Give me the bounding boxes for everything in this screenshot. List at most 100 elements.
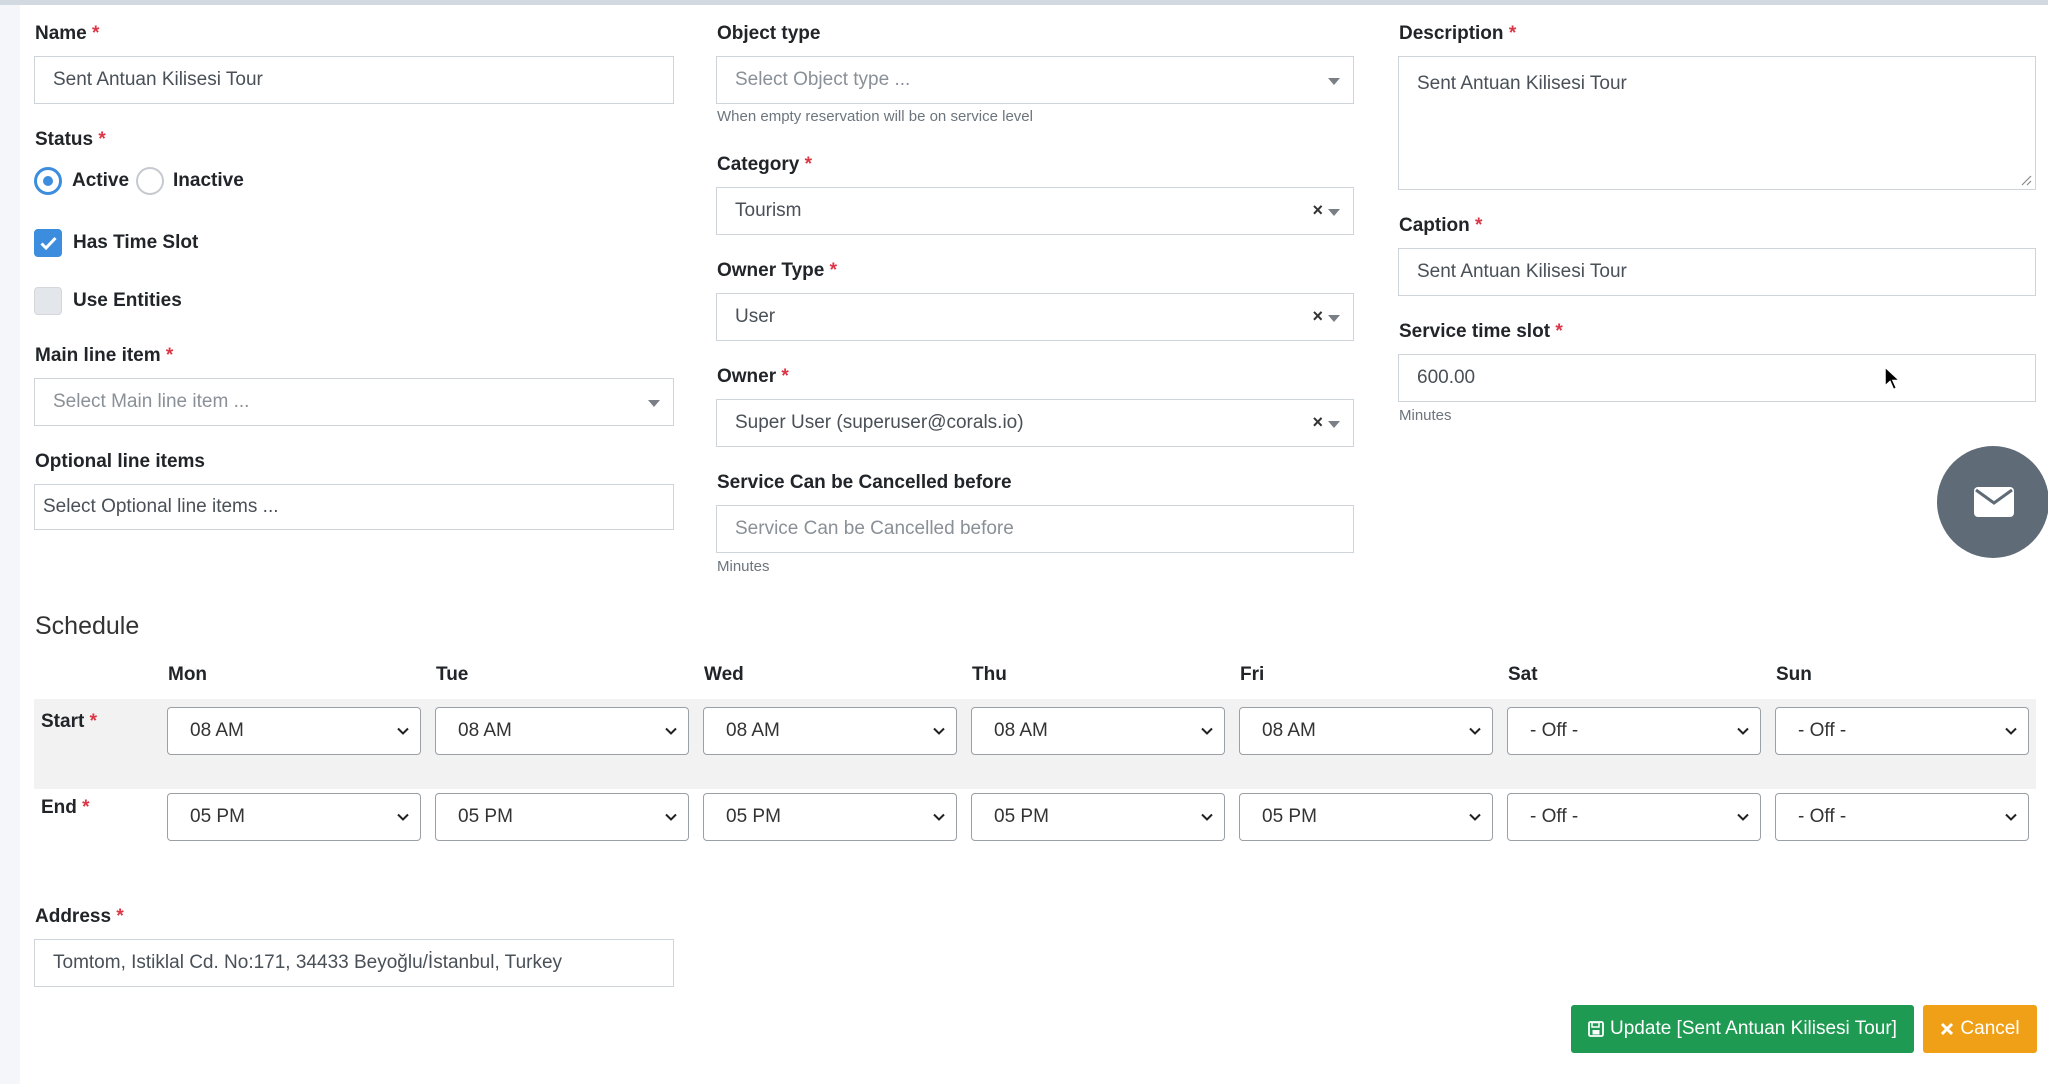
- caret-down-icon: [1328, 421, 1340, 428]
- object-type-placeholder: Select Object type ...: [735, 69, 911, 90]
- owner-type-select[interactable]: User ×: [716, 293, 1354, 341]
- address-input[interactable]: Tomtom, Istiklal Cd. No:171, 34433 Beyoğ…: [34, 939, 674, 987]
- start-select-mon[interactable]: 08 AM: [167, 707, 421, 755]
- has-time-slot-checkbox[interactable]: [34, 229, 62, 257]
- optional-line-items-select[interactable]: Select Optional line items ...: [34, 484, 674, 530]
- day-header-mon: Mon: [168, 664, 208, 685]
- main-line-item-label: Main line item *: [35, 345, 174, 366]
- optional-line-items-label: Optional line items: [35, 451, 205, 472]
- update-button-label: Update [Sent Antuan Kilisesi Tour]: [1610, 1018, 1897, 1039]
- chevron-down-icon: [665, 813, 677, 821]
- clear-icon[interactable]: ×: [1312, 201, 1323, 219]
- caret-down-icon: [1328, 315, 1340, 322]
- status-label: Status *: [35, 129, 106, 150]
- day-header-tue: Tue: [436, 664, 469, 685]
- chevron-down-icon: [1737, 727, 1749, 735]
- chevron-down-icon: [2005, 727, 2017, 735]
- clear-icon[interactable]: ×: [1312, 307, 1323, 325]
- use-entities-checkbox[interactable]: [34, 287, 62, 315]
- end-select-thu[interactable]: 05 PM: [971, 793, 1225, 841]
- status-active-radio[interactable]: [34, 167, 62, 195]
- caret-down-icon: [1328, 78, 1340, 85]
- contact-fab[interactable]: [1937, 446, 2048, 558]
- caption-label: Caption *: [1399, 215, 1483, 236]
- category-value: Tourism: [735, 200, 802, 221]
- category-label: Category *: [717, 154, 813, 175]
- chevron-down-icon: [1201, 813, 1213, 821]
- day-header-sun: Sun: [1776, 664, 1812, 685]
- day-header-thu: Thu: [972, 664, 1007, 685]
- resize-handle-icon[interactable]: [2020, 174, 2032, 186]
- chevron-down-icon: [665, 727, 677, 735]
- chevron-down-icon: [1469, 727, 1481, 735]
- envelope-icon: [1974, 487, 2014, 517]
- caret-down-icon: [1328, 209, 1340, 216]
- close-icon: [1941, 1022, 1954, 1036]
- status-inactive-radio[interactable]: [136, 167, 164, 195]
- mouse-cursor-icon: [1884, 365, 1901, 391]
- has-time-slot-label[interactable]: Has Time Slot: [73, 232, 198, 254]
- floppy-disk-icon: [1588, 1021, 1604, 1037]
- service-time-slot-label: Service time slot *: [1399, 321, 1563, 342]
- end-select-sat[interactable]: - Off -: [1507, 793, 1761, 841]
- chevron-down-icon: [1469, 813, 1481, 821]
- main-line-item-select[interactable]: Select Main line item ...: [34, 378, 674, 426]
- service-time-slot-input[interactable]: 600.00: [1398, 354, 2036, 402]
- main-line-item-placeholder: Select Main line item ...: [53, 391, 250, 412]
- owner-type-label: Owner Type *: [717, 260, 838, 281]
- owner-select[interactable]: Super User (superuser@corals.io) ×: [716, 399, 1354, 447]
- end-label: End *: [41, 797, 90, 818]
- description-textarea[interactable]: Sent Antuan Kilisesi Tour: [1398, 56, 2036, 190]
- start-select-thu[interactable]: 08 AM: [971, 707, 1225, 755]
- cancel-button[interactable]: Cancel: [1923, 1005, 2037, 1053]
- clear-icon[interactable]: ×: [1312, 413, 1323, 431]
- description-value: Sent Antuan Kilisesi Tour: [1417, 73, 1627, 94]
- end-select-wed[interactable]: 05 PM: [703, 793, 957, 841]
- status-active-label[interactable]: Active: [72, 170, 129, 192]
- cancel-button-label: Cancel: [1960, 1018, 2020, 1039]
- chevron-down-icon: [2005, 813, 2017, 821]
- start-select-sat[interactable]: - Off -: [1507, 707, 1761, 755]
- chevron-down-icon: [933, 813, 945, 821]
- cancel-before-help: Minutes: [717, 558, 770, 575]
- object-type-label: Object type: [717, 23, 821, 44]
- description-label: Description *: [1399, 23, 1517, 44]
- object-type-help: When empty reservation will be on servic…: [717, 108, 1033, 125]
- start-select-tue[interactable]: 08 AM: [435, 707, 689, 755]
- day-header-fri: Fri: [1240, 664, 1265, 685]
- caption-input[interactable]: Sent Antuan Kilisesi Tour: [1398, 248, 2036, 296]
- cancel-before-placeholder: Service Can be Cancelled before: [735, 518, 1014, 539]
- service-time-slot-help: Minutes: [1399, 407, 1452, 424]
- name-input[interactable]: Sent Antuan Kilisesi Tour: [34, 56, 674, 104]
- update-button[interactable]: Update [Sent Antuan Kilisesi Tour]: [1571, 1005, 1914, 1053]
- status-inactive-label[interactable]: Inactive: [173, 170, 244, 192]
- chevron-down-icon: [397, 727, 409, 735]
- end-select-tue[interactable]: 05 PM: [435, 793, 689, 841]
- owner-value: Super User (superuser@corals.io): [735, 412, 1024, 433]
- caret-down-icon: [648, 400, 660, 407]
- schedule-title: Schedule: [35, 612, 140, 640]
- end-select-sun[interactable]: - Off -: [1775, 793, 2029, 841]
- start-select-wed[interactable]: 08 AM: [703, 707, 957, 755]
- name-label: Name *: [35, 23, 100, 44]
- start-select-sun[interactable]: - Off -: [1775, 707, 2029, 755]
- day-header-sat: Sat: [1508, 664, 1538, 685]
- owner-label: Owner *: [717, 366, 789, 387]
- start-select-fri[interactable]: 08 AM: [1239, 707, 1493, 755]
- check-icon: [40, 236, 57, 250]
- chevron-down-icon: [933, 727, 945, 735]
- chevron-down-icon: [1737, 813, 1749, 821]
- cancel-before-label: Service Can be Cancelled before: [717, 472, 1012, 493]
- chevron-down-icon: [1201, 727, 1213, 735]
- service-form: Name * Sent Antuan Kilisesi Tour Status …: [20, 5, 2048, 1084]
- object-type-select[interactable]: Select Object type ...: [716, 56, 1354, 104]
- category-select[interactable]: Tourism ×: [716, 187, 1354, 235]
- day-header-wed: Wed: [704, 664, 744, 685]
- end-select-fri[interactable]: 05 PM: [1239, 793, 1493, 841]
- cancel-before-input[interactable]: Service Can be Cancelled before: [716, 505, 1354, 553]
- owner-type-value: User: [735, 306, 776, 327]
- address-label: Address *: [35, 906, 124, 927]
- use-entities-label[interactable]: Use Entities: [73, 290, 182, 312]
- end-select-mon[interactable]: 05 PM: [167, 793, 421, 841]
- optional-line-items-placeholder: Select Optional line items ...: [43, 496, 279, 517]
